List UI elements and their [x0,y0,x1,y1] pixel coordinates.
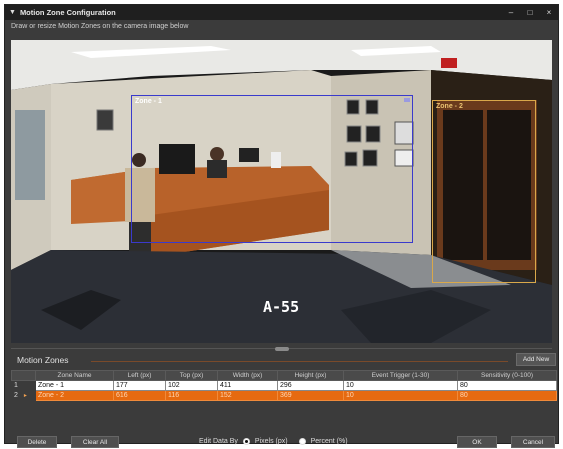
camera-overlay-text: A-55 [263,298,300,316]
edit-data-by-label: Edit Data By [199,438,238,445]
row-index: 2 [14,392,18,399]
splitter-grip-icon[interactable] [274,346,289,351]
delete-button[interactable]: Delete [17,436,57,448]
column-header-height[interactable]: Height (px) [277,370,344,381]
sensitivity-cell[interactable]: 80 [457,380,557,391]
column-header-sensitivity[interactable]: Sensitivity (0-100) [457,370,557,381]
column-header-zone-name[interactable]: Zone Name [35,370,114,381]
instruction-text: Draw or resize Motion Zones on the camer… [11,23,189,30]
zone-1-box[interactable]: Zone - 1 [131,95,413,243]
maximize-button[interactable]: □ [525,8,535,17]
column-header-left[interactable]: Left (px) [113,370,166,381]
pixels-radio[interactable] [242,438,250,445]
event-trigger-cell[interactable]: 10 [343,380,458,391]
zone-1-label: Zone - 1 [135,98,162,105]
sensitivity-cell[interactable]: 80 [457,390,557,401]
clear-all-button[interactable]: Clear All [71,436,119,448]
zone-name-cell[interactable]: Zone - 1 [35,380,114,391]
column-header-top[interactable]: Top (px) [165,370,218,381]
add-new-button[interactable]: Add New [516,353,556,366]
collapse-chevron-icon[interactable]: ▼ [9,9,16,16]
close-button[interactable]: × [544,8,554,17]
zones-table: Zone Name Left (px) Top (px) Width (px) … [11,370,557,401]
minimize-button[interactable]: – [506,8,516,17]
table-row[interactable]: 1 Zone - 1 177 102 411 296 10 80 [11,380,557,391]
height-cell[interactable]: 296 [277,380,344,391]
bottom-toolbar: Delete Clear All Edit Data By Pixels (px… [11,436,556,449]
height-cell[interactable]: 369 [277,390,344,401]
zone-2-label: Zone - 2 [436,103,463,110]
zone-2-box[interactable]: Zone - 2 [432,100,536,283]
camera-view[interactable]: Zone - 1 Zone - 2 A-55 [11,40,552,343]
pixels-option-label[interactable]: Pixels (px) [255,438,288,445]
row-index-with-pointer: 2 ▸ [11,390,36,401]
column-header-width[interactable]: Width (px) [217,370,278,381]
row-index: 1 [11,380,36,391]
top-cell[interactable]: 102 [165,380,218,391]
percent-radio[interactable] [298,438,306,445]
event-trigger-cell[interactable]: 10 [343,390,458,401]
table-row-selected[interactable]: 2 ▸ Zone - 2 616 116 152 369 10 80 [11,390,557,401]
ok-button[interactable]: OK [457,436,497,448]
percent-option-label[interactable]: Percent (%) [311,438,348,445]
motion-zone-dialog: ▼ Motion Zone Configuration – □ × Draw o… [4,4,559,448]
panel-splitter[interactable] [11,345,552,352]
row-header-corner [11,370,36,381]
edit-data-by-group: Edit Data By Pixels (px) Percent (%) [199,438,348,445]
cancel-button[interactable]: Cancel [511,436,555,448]
window-title: Motion Zone Configuration [19,8,116,17]
zone-1-resize-handle[interactable] [404,98,410,102]
row-pointer-icon: ▸ [23,393,27,399]
width-cell[interactable]: 411 [217,380,278,391]
column-header-event-trigger[interactable]: Event Trigger (1-30) [343,370,458,381]
top-cell[interactable]: 116 [165,390,218,401]
left-cell[interactable]: 616 [113,390,166,401]
motion-zones-header: Motion Zones Add New [11,353,556,367]
zone-name-cell[interactable]: Zone - 2 [35,390,114,401]
width-cell[interactable]: 152 [217,390,278,401]
left-cell[interactable]: 177 [113,380,166,391]
title-bar[interactable]: ▼ Motion Zone Configuration – □ × [5,5,558,20]
motion-zones-title: Motion Zones [17,355,69,365]
